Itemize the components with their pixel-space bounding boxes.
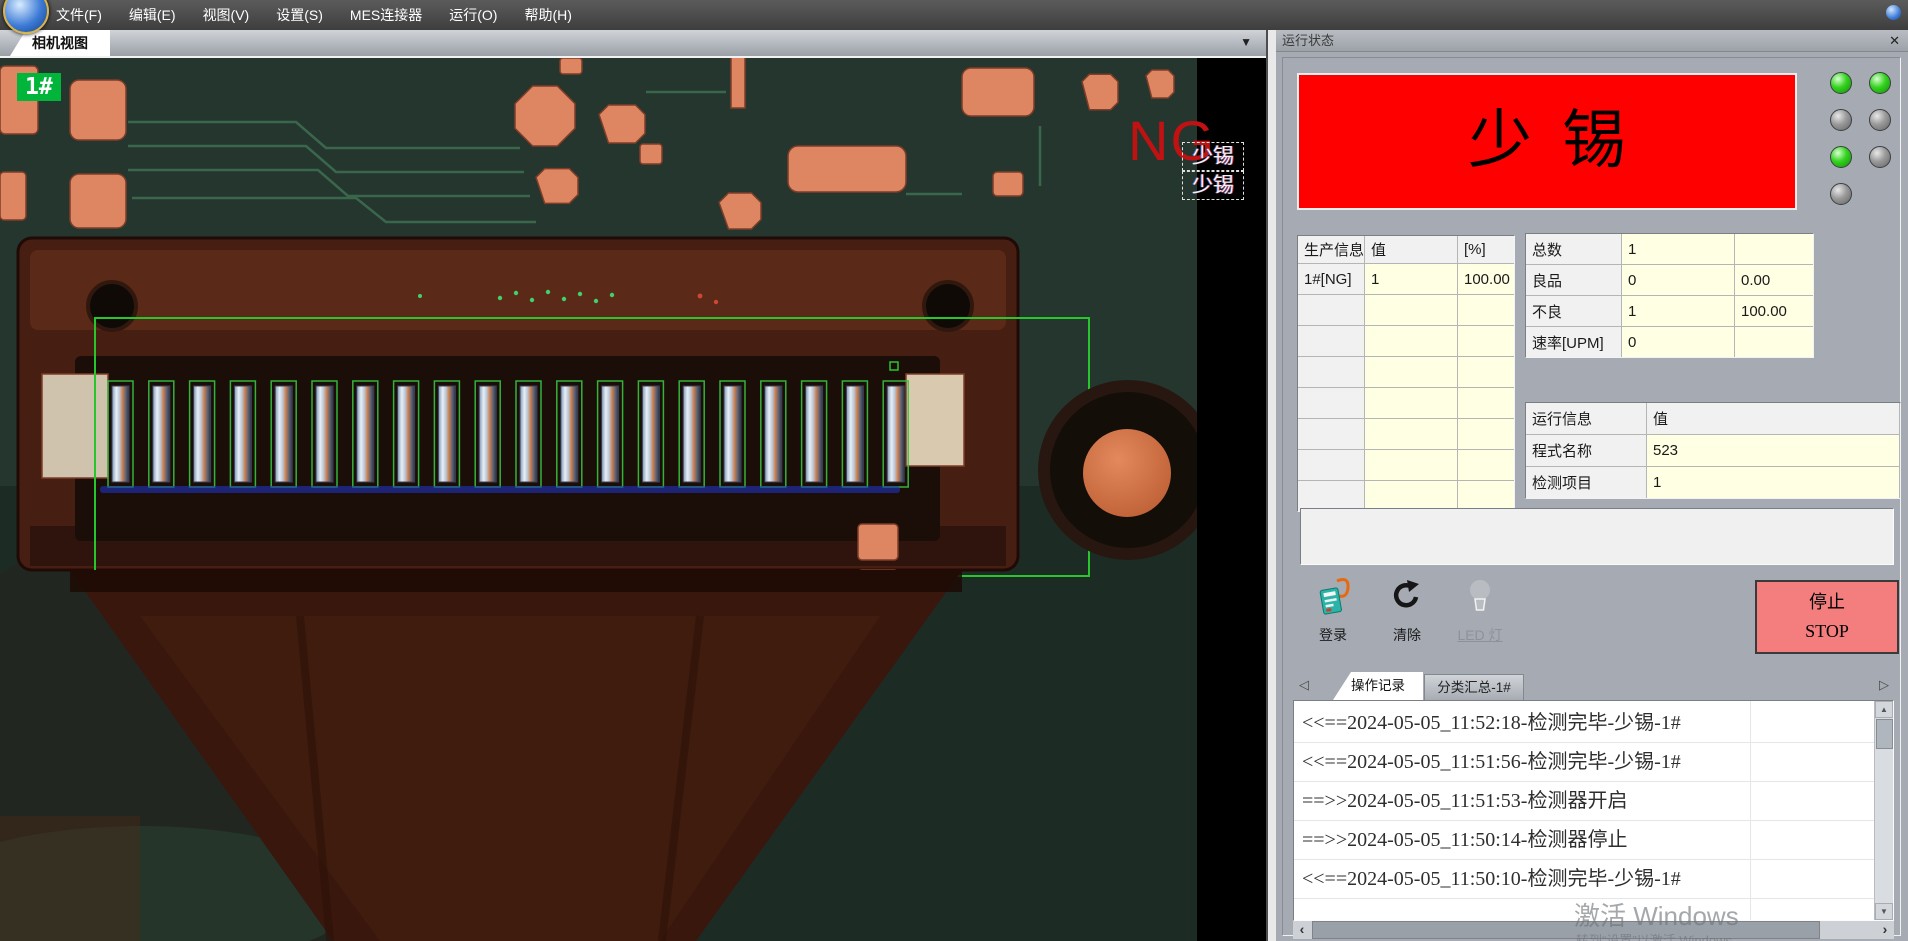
table-cell: 1 (1365, 264, 1457, 294)
col-header: 值 (1647, 403, 1899, 434)
stat-percent (1735, 327, 1813, 357)
menu-item-file[interactable]: 文件(F) (56, 5, 102, 25)
stop-label-en: STOP (1757, 617, 1897, 646)
stat-value: 1 (1622, 296, 1734, 326)
refresh-icon (1387, 575, 1427, 617)
bulb-icon (1460, 575, 1500, 617)
production-table: 生产信息 值 [%] 1#[NG] 1 100.00 (1297, 235, 1515, 512)
log-entry: <<==2024-05-05_11:51:56-检测完毕-少锡-1# (1294, 743, 1874, 782)
pcb-image (0, 56, 1197, 941)
stat-value: 1 (1622, 234, 1734, 264)
stat-percent (1735, 234, 1813, 264)
indicator-led (1830, 183, 1852, 205)
stop-label-cn: 停止 (1757, 588, 1897, 617)
log-vertical-scrollbar[interactable]: ▲ ▼ (1874, 701, 1893, 920)
app-window: 文件(F) 编辑(E) 视图(V) 设置(S) MES连接器 运行(O) 帮助(… (0, 0, 1908, 941)
stat-label: 良品 (1526, 265, 1621, 295)
table-cell: 1 (1647, 467, 1899, 498)
station-badge: 1# (17, 73, 61, 101)
menu-item-run[interactable]: 运行(O) (449, 5, 497, 25)
indicator-led (1869, 109, 1891, 131)
indicator-led (1830, 72, 1852, 94)
message-box (1300, 508, 1894, 565)
table-cell: 1#[NG] (1298, 264, 1364, 294)
tab-category-summary[interactable]: 分类汇总-1# (1424, 674, 1524, 700)
menu-item-mes-connector[interactable]: MES连接器 (350, 5, 422, 25)
close-icon[interactable]: ✕ (1889, 30, 1900, 52)
menu-item-view[interactable]: 视图(V) (203, 5, 250, 25)
panel-title-bar: 运行状态 ✕ (1274, 30, 1908, 52)
scroll-right-icon[interactable]: › (1876, 921, 1894, 939)
indicator-led (1869, 146, 1891, 168)
scroll-left-icon[interactable]: ‹ (1293, 921, 1311, 939)
stat-value: 0 (1622, 327, 1734, 357)
stats-table: 总数 1 良品 0 0.00 不良 1 100.00 速率[UPM] 0 (1525, 233, 1814, 358)
scrollbar-thumb[interactable] (1876, 719, 1893, 749)
run-status-panel: 运行状态 ✕ 少锡 生产信息 值 [%] 1#[NG] 1 100.00 (1274, 30, 1908, 941)
stat-label: 速率[UPM] (1526, 327, 1621, 357)
defect-tag-list: 少锡 少锡 (1182, 142, 1244, 200)
scrollbar-thumb[interactable] (1312, 921, 1820, 939)
panel-splitter[interactable] (1266, 30, 1276, 941)
stop-button[interactable]: 停止 STOP (1755, 580, 1899, 654)
indicator-led (1869, 72, 1891, 94)
stat-label: 总数 (1526, 234, 1621, 264)
log-entry: <<==2024-05-05_11:52:18-检测完毕-少锡-1# (1294, 704, 1874, 743)
tab-scroll-left-icon[interactable]: ◁ (1299, 677, 1309, 693)
table-cell: 程式名称 (1526, 435, 1646, 466)
app-logo-icon (3, 0, 49, 34)
led-light-label: LED 灯 (1452, 625, 1508, 645)
stat-value: 0 (1622, 265, 1734, 295)
menu-item-help[interactable]: 帮助(H) (524, 5, 571, 25)
stat-percent: 0.00 (1735, 265, 1813, 295)
col-header: [%] (1458, 236, 1514, 263)
menu-item-settings[interactable]: 设置(S) (276, 5, 323, 25)
login-label: 登录 (1305, 625, 1361, 645)
run-info-table: 运行信息 值 程式名称 523 检测项目 1 (1525, 402, 1901, 499)
chevron-down-icon[interactable]: ▼ (1240, 35, 1252, 49)
log-entry: <<==2024-05-05_11:50:10-检测完毕-少锡-1# (1294, 860, 1874, 899)
led-light-button[interactable]: LED 灯 (1452, 575, 1508, 645)
defect-banner: 少锡 (1297, 73, 1797, 210)
table-cell: 检测项目 (1526, 467, 1646, 498)
table-cell: 523 (1647, 435, 1899, 466)
stat-percent: 100.00 (1735, 296, 1813, 326)
clear-button[interactable]: 清除 (1379, 575, 1435, 645)
menubar-status-icon[interactable] (1886, 5, 1901, 20)
log-entry: ==>>2024-05-05_11:50:14-检测器停止 (1294, 821, 1874, 860)
id-badge-icon (1313, 575, 1353, 617)
tab-scroll-right-icon[interactable]: ▷ (1879, 677, 1889, 693)
menu-item-edit[interactable]: 编辑(E) (129, 5, 176, 25)
main-menu: 文件(F) 编辑(E) 视图(V) 设置(S) MES连接器 运行(O) 帮助(… (0, 5, 572, 25)
log-tab-bar: ◁ 操作记录 分类汇总-1# ▷ (1293, 672, 1894, 700)
scroll-down-icon[interactable]: ▼ (1875, 903, 1893, 920)
scroll-up-icon[interactable]: ▲ (1875, 701, 1893, 718)
defect-tag: 少锡 (1182, 142, 1244, 171)
panel-title: 运行状态 (1282, 33, 1334, 48)
clear-label: 清除 (1379, 625, 1435, 645)
col-header: 值 (1365, 236, 1457, 263)
menu-bar: 文件(F) 编辑(E) 视图(V) 设置(S) MES连接器 运行(O) 帮助(… (0, 0, 1908, 30)
table-cell: 100.00 (1458, 264, 1514, 294)
login-button[interactable]: 登录 (1305, 575, 1361, 645)
tab-operation-log[interactable]: 操作记录 (1333, 672, 1423, 700)
stat-label: 不良 (1526, 296, 1621, 326)
log-entry: ==>>2024-05-05_11:51:53-检测器开启 (1294, 782, 1874, 821)
camera-tab-strip: 相机视图 ▼ (0, 30, 1266, 58)
col-header: 生产信息 (1298, 236, 1364, 263)
defect-tag: 少锡 (1182, 171, 1244, 200)
indicator-led (1830, 109, 1852, 131)
indicator-led (1830, 146, 1852, 168)
operation-log-list: <<==2024-05-05_11:52:18-检测完毕-少锡-1# <<==2… (1293, 700, 1894, 921)
log-horizontal-scrollbar[interactable]: ‹ › (1293, 921, 1894, 939)
col-header: 运行信息 (1526, 403, 1646, 434)
camera-viewport: 1# NG 少锡 少锡 (0, 56, 1266, 941)
